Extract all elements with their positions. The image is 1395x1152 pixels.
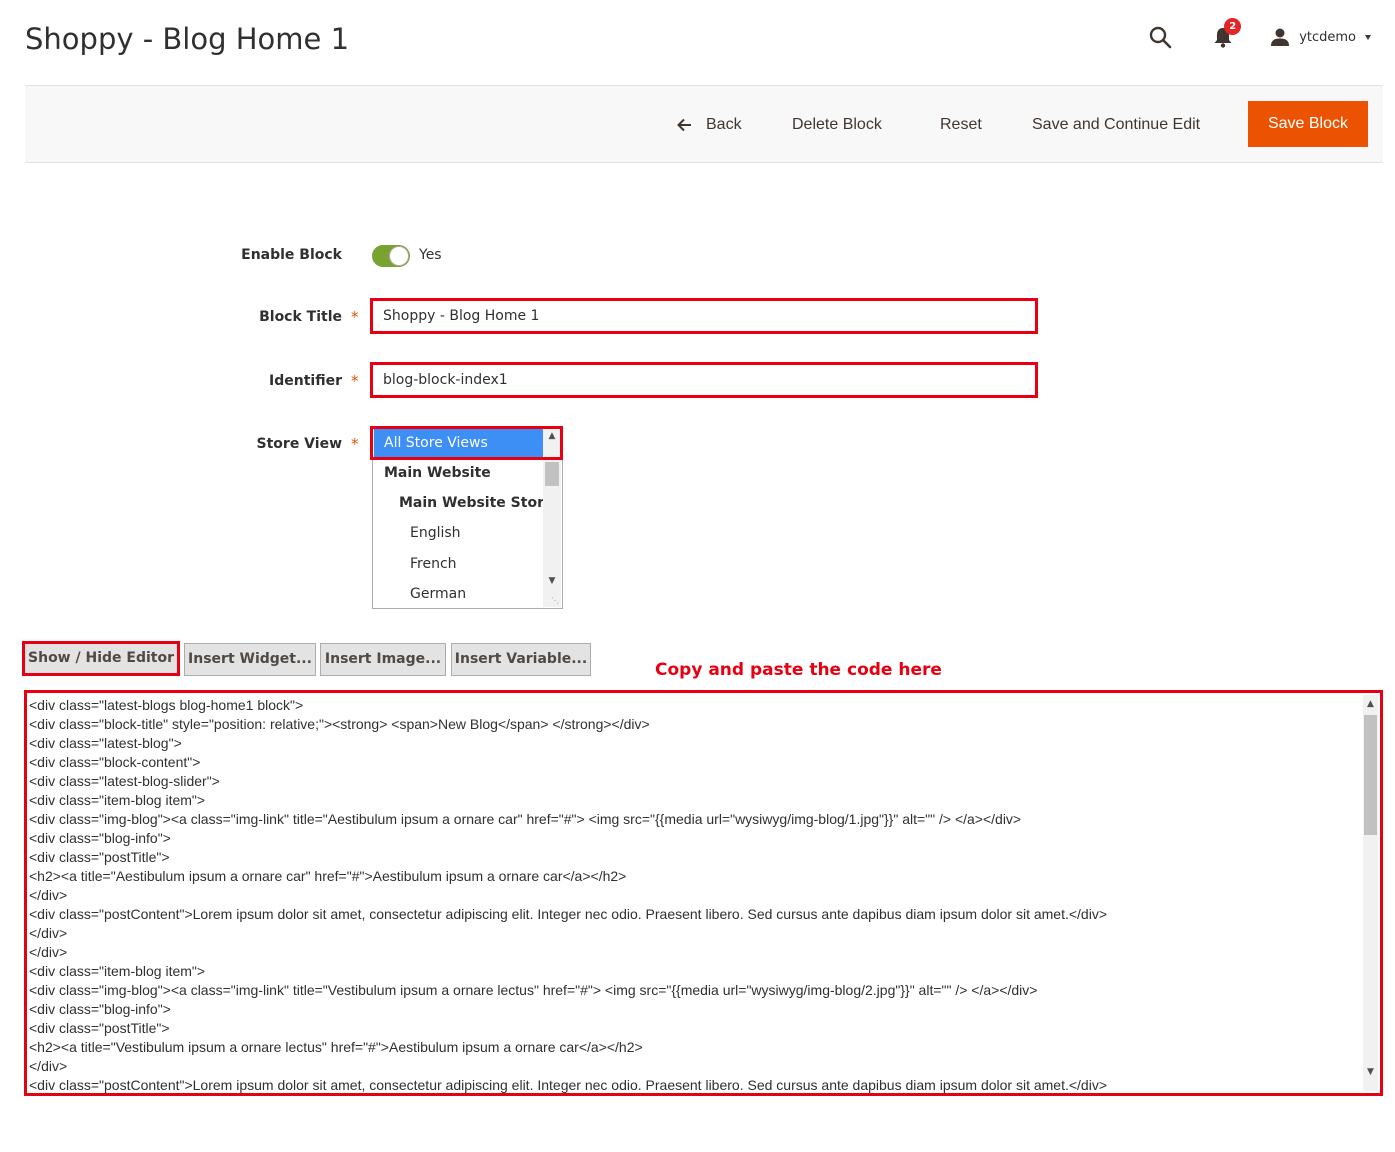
back-button[interactable]: Back (677, 110, 742, 140)
chevron-down-icon (1365, 34, 1371, 40)
code-line: </div> (29, 1058, 68, 1074)
textarea-scrollbar[interactable]: ▲ ▼ (1363, 695, 1378, 1091)
save-block-button[interactable]: Save Block (1248, 101, 1368, 147)
insert-image-button[interactable]: Insert Image... (320, 643, 446, 676)
notifications-button[interactable]: 2 (1212, 18, 1242, 49)
store-view-option[interactable]: All Store Views (374, 428, 543, 458)
store-view-scrollbar[interactable]: ▲ ▼ (543, 428, 561, 607)
code-line: <div class="postContent">Lorem ipsum dol… (29, 1077, 1108, 1093)
back-button-label: Back (706, 116, 742, 133)
store-view-label: Store View (256, 436, 342, 452)
code-line: </div> (29, 887, 68, 903)
scrollbar-thumb[interactable] (1364, 715, 1377, 835)
scrollbar-thumb[interactable] (545, 462, 559, 486)
save-and-continue-button[interactable]: Save and Continue Edit (1032, 110, 1200, 140)
page-actions-bar: Back Delete Block Reset Save and Continu… (25, 85, 1383, 163)
code-line: <div class="blog-info"> (29, 830, 171, 846)
code-line: <div class="item-blog item"> (29, 963, 206, 979)
code-line: <div class="blog-info"> (29, 1001, 171, 1017)
page: Shoppy - Blog Home 1 2 ytcdemo Back Dele… (0, 0, 1395, 1152)
chevron-up-icon[interactable]: ▲ (547, 431, 557, 441)
header-actions: 2 ytcdemo (1148, 18, 1371, 52)
insert-variable-button[interactable]: Insert Variable... (451, 643, 591, 676)
arrow-left-icon (677, 118, 691, 132)
resize-grip-icon[interactable]: ⋱ (551, 597, 559, 605)
show-hide-editor-button[interactable]: Show / Hide Editor (22, 641, 180, 676)
store-view-multiselect[interactable]: All Store Views Main Website Main Websit… (372, 426, 563, 609)
content-textarea[interactable]: <div class="latest-blogs blog-home1 bloc… (24, 690, 1383, 1096)
store-view-option[interactable]: German (374, 579, 543, 608)
enable-block-label: Enable Block (241, 247, 342, 263)
code-line: <div class="img-blog"><a class="img-link… (29, 811, 1022, 827)
username: ytcdemo (1299, 29, 1356, 45)
toggle-knob (389, 246, 409, 266)
code-lines: <div class="latest-blogs blog-home1 bloc… (29, 696, 1359, 1093)
code-line: <div class="latest-blog"> (29, 735, 182, 751)
search-icon[interactable] (1148, 25, 1172, 49)
delete-block-button[interactable]: Delete Block (792, 110, 882, 140)
chevron-down-icon[interactable]: ▼ (1365, 1067, 1376, 1077)
block-title-label: Block Title (259, 309, 342, 325)
code-line: <div class="item-blog item"> (29, 792, 206, 808)
code-line: <div class="block-content"> (29, 754, 201, 770)
required-asterisk: * (351, 435, 359, 453)
notification-count-badge: 2 (1224, 18, 1242, 35)
code-line: <h2><a title="Aestibulum ipsum a ornare … (29, 868, 627, 884)
store-view-option[interactable]: Main Website (374, 458, 543, 488)
identifier-label: Identifier (269, 373, 342, 389)
chevron-up-icon[interactable]: ▲ (1365, 699, 1376, 709)
user-icon (1271, 28, 1290, 46)
chevron-down-icon[interactable]: ▼ (547, 576, 557, 586)
required-asterisk: * (351, 372, 359, 390)
reset-button[interactable]: Reset (940, 110, 982, 140)
code-line: <div class="postTitle"> (29, 849, 170, 865)
store-view-option[interactable]: Main Website Store (374, 488, 553, 518)
page-title: Shoppy - Blog Home 1 (25, 22, 350, 56)
store-view-option[interactable]: English (374, 518, 543, 548)
required-asterisk: * (351, 308, 359, 326)
code-line: </div> (29, 944, 68, 960)
code-line: <div class="postTitle"> (29, 1020, 170, 1036)
enable-block-value: Yes (419, 247, 442, 263)
code-line: <div class="block-title" style="position… (29, 716, 650, 732)
store-view-option[interactable]: French (374, 549, 543, 579)
insert-widget-button[interactable]: Insert Widget... (184, 643, 316, 676)
code-line: <h2><a title="Vestibulum ipsum a ornare … (29, 1039, 643, 1055)
code-line: <div class="img-blog"><a class="img-link… (29, 982, 1038, 998)
code-line: <div class="postContent">Lorem ipsum dol… (29, 906, 1108, 922)
identifier-input[interactable] (370, 362, 1038, 398)
block-title-input[interactable] (370, 298, 1038, 334)
code-line: <div class="latest-blog-slider"> (29, 773, 220, 789)
enable-block-toggle[interactable] (372, 245, 410, 267)
code-line: </div> (29, 925, 68, 941)
code-line: <div class="latest-blogs blog-home1 bloc… (29, 697, 304, 713)
annotation-text: Copy and paste the code here (655, 660, 942, 680)
user-menu[interactable]: ytcdemo (1270, 27, 1371, 47)
